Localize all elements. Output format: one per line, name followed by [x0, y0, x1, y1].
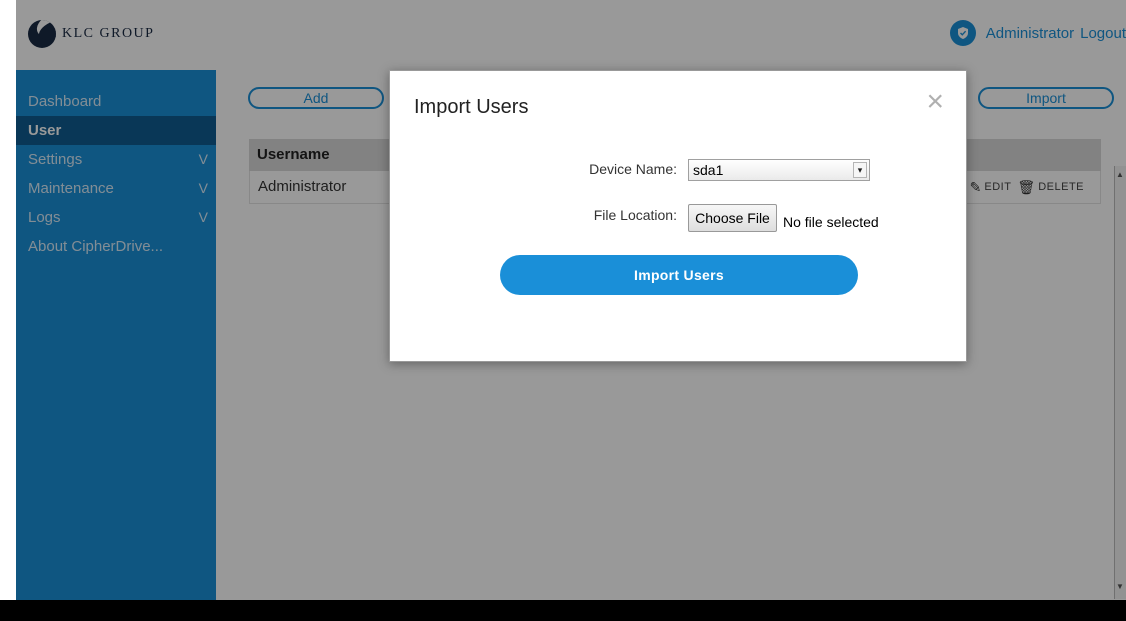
choose-file-button[interactable]: Choose File: [688, 204, 777, 232]
window-edge: [0, 0, 16, 621]
no-file-selected-text: No file selected: [783, 214, 879, 230]
file-location-label: File Location:: [593, 207, 677, 223]
dialog-title: Import Users: [414, 96, 529, 118]
import-users-dialog: Import Users × Device Name: sda1 ▾ File …: [389, 70, 967, 362]
device-name-select[interactable]: sda1 ▾: [688, 159, 870, 181]
dropdown-arrow-icon[interactable]: ▾: [853, 162, 867, 178]
import-users-button[interactable]: Import Users: [500, 255, 858, 295]
screen: KLC GROUP Administrator Logout Dashboard…: [0, 0, 1126, 621]
device-name-label: Device Name:: [589, 161, 677, 177]
bottom-bar: [0, 600, 1126, 621]
close-icon[interactable]: ×: [926, 87, 944, 117]
device-name-value: sda1: [693, 162, 724, 178]
